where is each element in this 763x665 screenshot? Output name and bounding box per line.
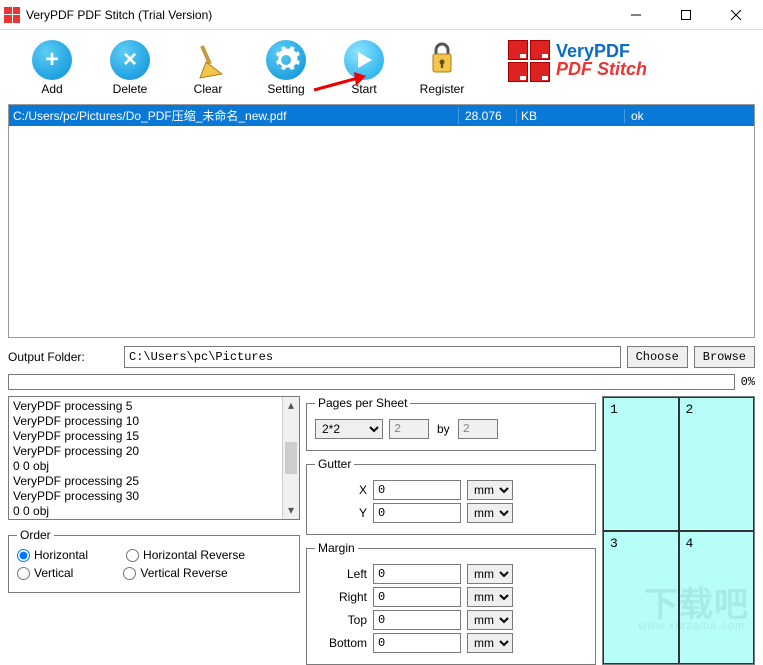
margin-group: Margin Leftmm Rightmm Topmm Bottommm — [306, 541, 596, 665]
pps-by: by — [435, 422, 452, 436]
file-status-cell: ok — [625, 109, 754, 123]
minimize-button[interactable] — [613, 0, 659, 30]
margin-legend: Margin — [315, 541, 358, 555]
broom-icon — [188, 40, 228, 80]
logo-line2: PDF Stitch — [556, 60, 647, 80]
pps-legend: Pages per Sheet — [315, 396, 410, 410]
log-line: VeryPDF processing 10 — [13, 414, 295, 429]
gear-icon — [266, 40, 306, 80]
gutter-x-input[interactable] — [373, 480, 461, 500]
preview-cell-4: 4 — [679, 531, 755, 665]
file-unit-cell: KB — [517, 109, 625, 123]
file-size-cell: 28.076 — [459, 109, 517, 123]
lock-icon — [422, 40, 462, 80]
progress-percent: 0% — [741, 375, 755, 389]
clear-button[interactable]: Clear — [180, 40, 236, 96]
gutter-x-unit[interactable]: mm — [467, 480, 513, 500]
log-line: 0 0 obj — [13, 504, 295, 519]
gutter-legend: Gutter — [315, 457, 354, 471]
log-area[interactable]: VeryPDF processing 5VeryPDF processing 1… — [8, 396, 300, 520]
register-button[interactable]: Register — [414, 40, 470, 96]
margin-bottom-unit[interactable]: mm — [467, 633, 513, 653]
output-path-input[interactable] — [124, 346, 621, 368]
gutter-y-input[interactable] — [373, 503, 461, 523]
logo-icon — [508, 40, 550, 82]
log-line: VeryPDF processing 30 — [13, 489, 295, 504]
preview-cell-1: 1 — [603, 397, 679, 531]
margin-left-unit[interactable]: mm — [467, 564, 513, 584]
log-scrollbar[interactable]: ▴ ▾ — [282, 397, 299, 519]
window-title: VeryPDF PDF Stitch (Trial Version) — [26, 8, 613, 22]
preview-cell-2: 2 — [679, 397, 755, 531]
order-horizontal-reverse[interactable]: Horizontal Reverse — [126, 548, 245, 562]
scroll-thumb[interactable] — [285, 442, 297, 474]
log-line: VeryPDF processing 80 — [13, 519, 295, 520]
pps-rows-input — [458, 419, 498, 439]
add-icon: + — [32, 40, 72, 80]
browse-button[interactable]: Browse — [694, 346, 755, 368]
order-vertical[interactable]: Vertical — [17, 566, 73, 580]
log-line: VeryPDF processing 25 — [13, 474, 295, 489]
file-path-cell: C:/Users/pc/Pictures/Do_PDF压缩_未命名_new.pd… — [9, 107, 459, 124]
choose-button[interactable]: Choose — [627, 346, 688, 368]
order-group: Order Horizontal Horizontal Reverse Vert… — [8, 528, 300, 593]
progress-bar — [8, 374, 735, 390]
delete-icon: × — [110, 40, 150, 80]
pps-cols-input — [389, 419, 429, 439]
margin-right-unit[interactable]: mm — [467, 587, 513, 607]
gutter-group: Gutter Xmm Ymm — [306, 457, 596, 535]
delete-button[interactable]: × Delete — [102, 40, 158, 96]
gutter-y-unit[interactable]: mm — [467, 503, 513, 523]
output-label: Output Folder: — [8, 350, 118, 364]
maximize-button[interactable] — [663, 0, 709, 30]
close-button[interactable] — [713, 0, 759, 30]
add-button[interactable]: + Add — [24, 40, 80, 96]
pages-per-sheet-group: Pages per Sheet 2*2 by — [306, 396, 596, 451]
margin-right-input[interactable] — [373, 587, 461, 607]
order-legend: Order — [17, 528, 54, 542]
order-vertical-reverse[interactable]: Vertical Reverse — [123, 566, 227, 580]
margin-top-input[interactable] — [373, 610, 461, 630]
log-line: VeryPDF processing 15 — [13, 429, 295, 444]
log-line: VeryPDF processing 5 — [13, 399, 295, 414]
log-line: 0 0 obj — [13, 459, 295, 474]
file-list[interactable]: C:/Users/pc/Pictures/Do_PDF压缩_未命名_new.pd… — [8, 104, 755, 338]
margin-top-unit[interactable]: mm — [467, 610, 513, 630]
file-row[interactable]: C:/Users/pc/Pictures/Do_PDF压缩_未命名_new.pd… — [9, 105, 754, 126]
annotation-arrow — [314, 76, 366, 96]
margin-left-input[interactable] — [373, 564, 461, 584]
logo: VeryPDF PDF Stitch — [508, 40, 647, 82]
log-line: VeryPDF processing 20 — [13, 444, 295, 459]
toolbar: + Add × Delete Clear Setting Start Regis… — [0, 30, 763, 102]
pps-preset-select[interactable]: 2*2 — [315, 419, 383, 439]
watermark-sub: www.xiazaiba.com — [639, 620, 745, 632]
scroll-up-icon[interactable]: ▴ — [283, 397, 299, 414]
titlebar: VeryPDF PDF Stitch (Trial Version) — [0, 0, 763, 30]
setting-button[interactable]: Setting — [258, 40, 314, 96]
scroll-down-icon[interactable]: ▾ — [283, 502, 299, 519]
app-icon — [4, 7, 20, 23]
output-row: Output Folder: Choose Browse — [0, 342, 763, 372]
progress-row: 0% — [8, 374, 755, 390]
play-icon — [344, 40, 384, 80]
order-horizontal[interactable]: Horizontal — [17, 548, 88, 562]
margin-bottom-input[interactable] — [373, 633, 461, 653]
preview-cell-3: 3 — [603, 531, 679, 665]
logo-line1: VeryPDF — [556, 42, 647, 60]
